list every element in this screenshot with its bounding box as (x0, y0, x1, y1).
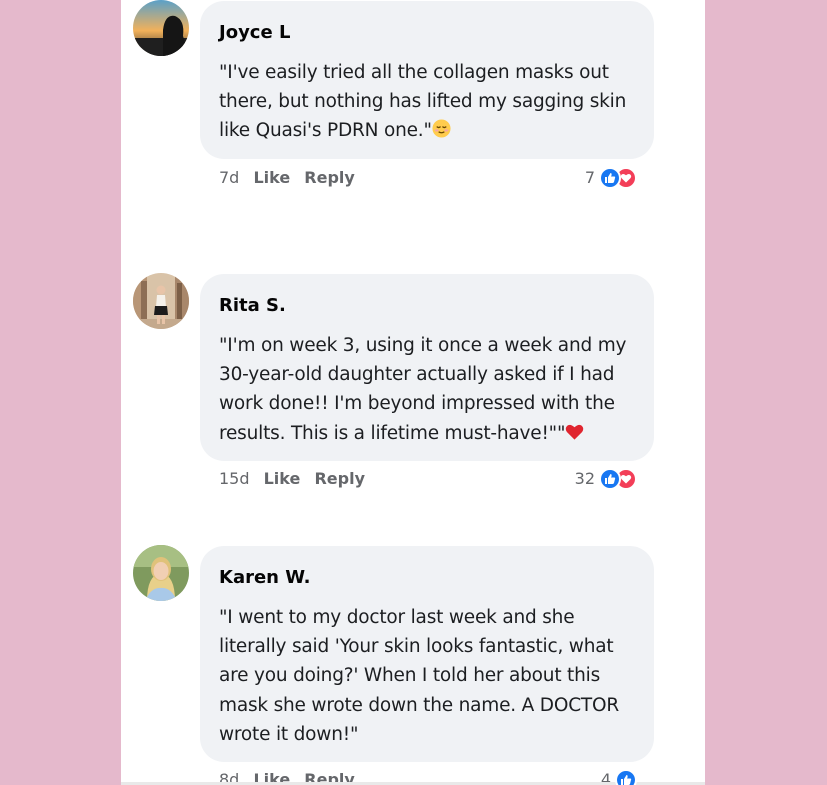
commenter-name[interactable]: Karen W. (219, 566, 634, 590)
reaction-summary[interactable]: 7 (585, 167, 637, 189)
like-button[interactable]: Like (253, 168, 290, 187)
comment-bubble: Joyce L "I've easily tried all the colla… (200, 1, 654, 159)
comment-timestamp[interactable]: 7d (219, 168, 239, 187)
relieved-face-icon (432, 118, 451, 147)
reply-button[interactable]: Reply (314, 469, 365, 488)
comment-timestamp[interactable]: 15d (219, 469, 250, 488)
commenter-name[interactable]: Joyce L (219, 21, 634, 45)
comment-text: "I'm on week 3, using it once a week and… (219, 331, 634, 450)
like-button[interactable]: Like (264, 469, 301, 488)
avatar[interactable] (133, 273, 189, 329)
avatar[interactable] (133, 0, 189, 56)
comment-bubble: Rita S. "I'm on week 3, using it once a … (200, 274, 654, 461)
comment-text: "I've easily tried all the collagen mask… (219, 58, 634, 148)
comment-bubble: Karen W. "I went to my doctor last week … (200, 546, 654, 762)
commenter-name[interactable]: Rita S. (219, 294, 634, 318)
red-heart-icon (565, 421, 584, 450)
reaction-count: 7 (584, 168, 595, 187)
comment-meta: 7d Like Reply 7 (219, 167, 639, 189)
comment-meta: 15d Like Reply 32 (219, 468, 639, 490)
avatar[interactable] (133, 545, 189, 601)
comment-text: "I went to my doctor last week and she l… (219, 607, 620, 745)
like-reaction-icon (599, 468, 621, 490)
reaction-summary[interactable]: 32 (575, 468, 637, 490)
comments-panel: Joyce L "I've easily tried all the colla… (121, 0, 705, 785)
like-reaction-icon (615, 769, 637, 785)
reaction-count: 32 (574, 469, 595, 488)
reply-button[interactable]: Reply (304, 168, 355, 187)
like-reaction-icon (599, 167, 621, 189)
